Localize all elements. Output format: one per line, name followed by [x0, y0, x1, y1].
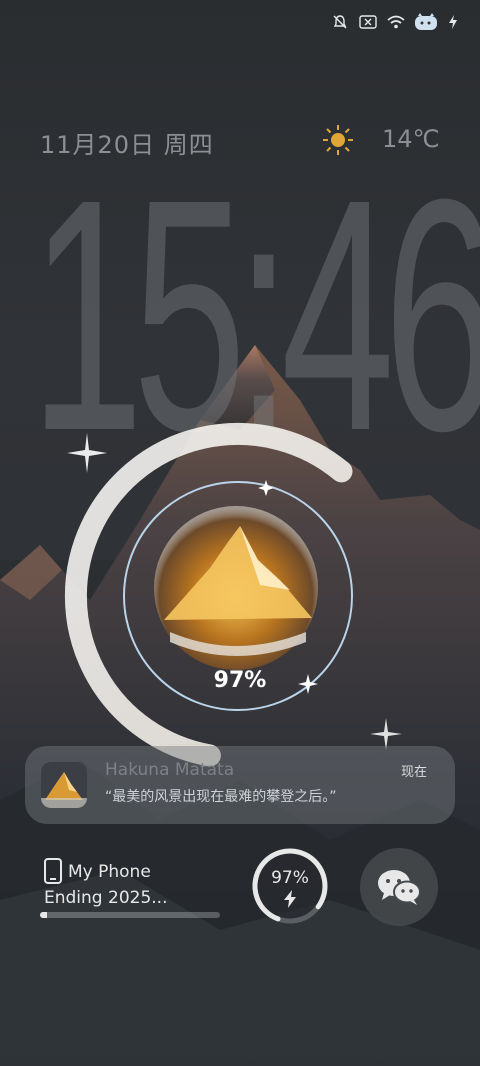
wifi-icon — [386, 12, 406, 32]
notification-time: 现在 — [400, 765, 427, 780]
notification-title: Hakuna Matata — [105, 760, 235, 780]
device-progress-fill — [40, 912, 48, 918]
charging-bolt-icon — [448, 12, 458, 32]
battery-cartoon-icon — [414, 12, 440, 32]
mute-bell-icon — [330, 12, 350, 32]
device-name: My Phone — [68, 862, 151, 882]
notification-body: “最美的风景出现在最难的攀登之后。” — [105, 789, 337, 805]
wechat-shortcut-button[interactable] — [360, 848, 438, 926]
phone-icon — [44, 858, 62, 884]
notification-thumbnail — [41, 762, 87, 808]
battery-percent-label: 97% — [213, 668, 267, 693]
sparkle-icon — [67, 433, 107, 473]
wechat-icon — [378, 870, 421, 905]
device-progress-bar — [40, 912, 220, 918]
charging-bolt-icon — [284, 890, 296, 908]
status-bar — [330, 12, 458, 32]
notification-card[interactable]: Hakuna Matata 现在 “最美的风景出现在最难的攀登之后。” — [25, 746, 455, 824]
mini-battery-percent: 97% — [271, 868, 309, 888]
no-sim-icon — [358, 12, 378, 32]
device-subtitle: Ending 2025... — [44, 888, 168, 908]
